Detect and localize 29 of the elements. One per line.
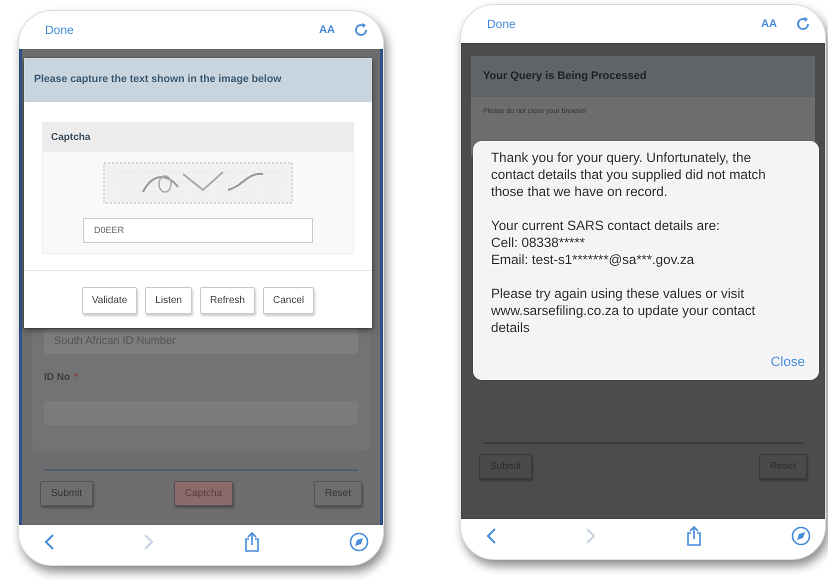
alert-text: Thank you for your query. Unfortunately, the contact details that you supplied did not match those that we have on record. [491,149,767,200]
required-mark: * [74,370,78,384]
panel-title: Captcha [43,122,353,152]
refresh-icon[interactable] [353,22,369,38]
page-button[interactable]: Reset [314,480,362,506]
text-size-button[interactable]: AA [761,16,777,32]
compass-icon[interactable] [349,532,369,552]
compass-icon[interactable] [791,526,811,546]
close-button[interactable]: Close [770,353,805,370]
refresh-icon[interactable] [795,16,811,32]
alert-text: Your current SARS contact details are: [491,217,721,234]
dialog-title: Please capture the text shown in the image below [24,58,372,102]
back-icon[interactable] [43,533,55,551]
done-link[interactable]: Done [45,21,74,39]
dialog-button[interactable]: Cancel [262,287,314,314]
back-icon[interactable] [485,527,497,545]
dialog-button[interactable]: Refresh [200,287,255,314]
dialog-button[interactable]: Listen [145,287,192,314]
share-icon[interactable] [685,526,703,546]
dialog-button[interactable]: Validate [82,287,138,314]
text-size-button[interactable]: AA [319,22,335,38]
captcha-input[interactable]: D0EER [83,218,313,244]
done-link[interactable]: Done [487,15,516,33]
alert-text: Cell: 08338***** [491,234,586,251]
panel-header: Your Query is Being Processed [471,56,815,96]
alert-text: Please try again using these values or visit www.sarsefiling.co.za to update your contact details [491,285,756,336]
alert-text: Email: test-s1*******@sa***.gov.za [491,251,696,268]
page-button[interactable]: Submit [40,480,94,506]
share-icon[interactable] [243,532,261,552]
